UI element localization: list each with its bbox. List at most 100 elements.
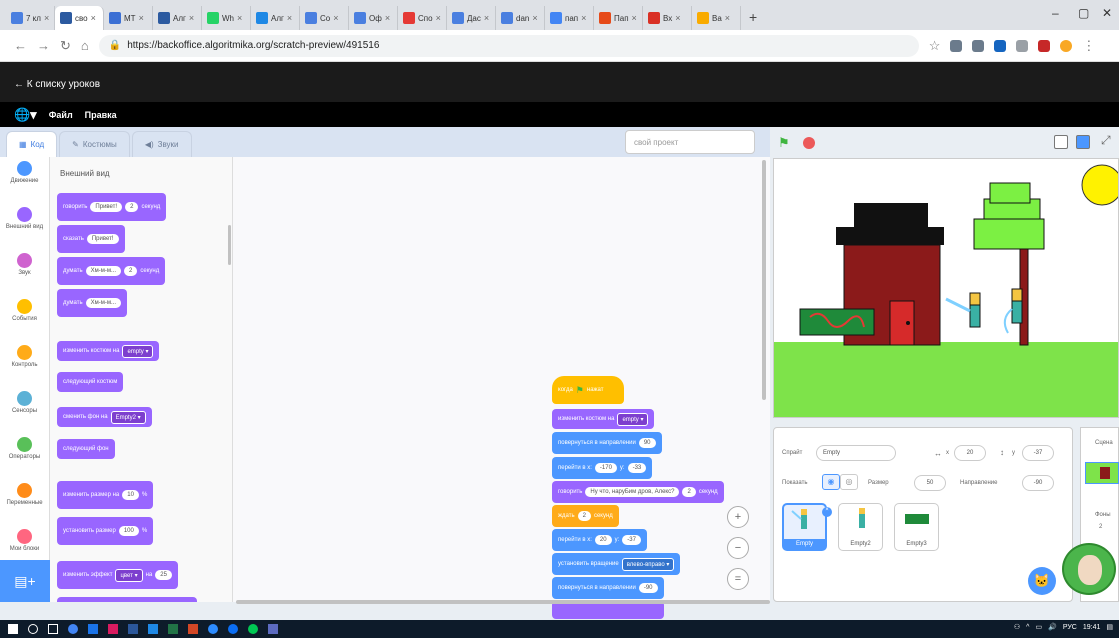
extension-icon[interactable]	[972, 39, 985, 52]
close-tab-icon[interactable]: ×	[484, 13, 489, 23]
size-input[interactable]: 50	[914, 475, 946, 491]
switch-costume-block[interactable]: изменить костюм на empty ▾	[552, 409, 655, 429]
word-icon[interactable]	[128, 624, 138, 634]
browser-menu-icon[interactable]: ⋮	[1082, 38, 1095, 54]
volume-icon[interactable]: 🔊	[1048, 623, 1057, 631]
browser-tab[interactable]: пап ×	[545, 6, 594, 30]
close-window-icon[interactable]: ✕	[1102, 6, 1112, 20]
app-icon[interactable]	[248, 624, 258, 634]
category-item[interactable]: Операторы	[0, 433, 49, 479]
tab-code[interactable]: ▦ Код	[6, 131, 58, 157]
choose-sprite-button[interactable]: 🐱	[1028, 567, 1056, 595]
chrome-icon[interactable]	[68, 624, 78, 634]
browser-tab[interactable]: dan ×	[496, 6, 545, 30]
tab-sounds[interactable]: ◀) Звуки	[131, 131, 192, 157]
workspace-vertical-scrollbar[interactable]	[762, 160, 766, 400]
category-item[interactable]: Внешний вид	[0, 203, 49, 249]
go-to-xy-block[interactable]: перейти в x: 20 y: -37	[552, 529, 647, 551]
say-for-secs-block[interactable]: говорить Ну что, наруБим дров, Алекс? 2 сек…	[552, 481, 724, 503]
app-icon[interactable]	[208, 624, 218, 634]
sprite-thumb-empty[interactable]: Empty	[782, 503, 827, 551]
switch-costume-block[interactable]: изменить костюм на empty ▾	[57, 341, 160, 361]
app-icon[interactable]	[228, 624, 238, 634]
forward-arrow-icon[interactable]: →	[37, 38, 50, 53]
extension-icon[interactable]	[994, 39, 1007, 52]
clock[interactable]: 19:41	[1083, 624, 1101, 631]
sprite-name-input[interactable]: Empty	[816, 445, 896, 461]
language-globe-icon[interactable]: 🌐▾	[14, 107, 37, 123]
point-in-direction-block[interactable]: повернуться в направлении 90	[552, 432, 662, 454]
app-icon[interactable]	[268, 624, 278, 634]
close-tab-icon[interactable]: ×	[436, 13, 441, 23]
stop-icon[interactable]	[803, 137, 815, 149]
zoom-out-button[interactable]: −	[727, 537, 749, 559]
browser-tab[interactable]: Ва ×	[692, 6, 741, 30]
category-item[interactable]: Движение	[0, 157, 49, 203]
close-tab-icon[interactable]: ×	[385, 13, 390, 23]
category-item[interactable]: Контроль	[0, 341, 49, 387]
wait-block[interactable]: ждать 2 секунд	[552, 505, 619, 527]
zoom-reset-button[interactable]: =	[727, 568, 749, 590]
menu-file[interactable]: Файл	[49, 110, 73, 120]
extension-icon[interactable]	[1038, 39, 1051, 52]
y-input[interactable]: -37	[1022, 445, 1054, 461]
reload-icon[interactable]: ↻	[60, 38, 71, 54]
category-item[interactable]: Переменные	[0, 479, 49, 525]
when-flag-clicked-block[interactable]: когда ⚑ нажат	[552, 376, 624, 404]
url-field[interactable]: 🔒 https://backoffice.algoritmika.org/scr…	[98, 34, 919, 57]
app-icon[interactable]	[108, 624, 118, 634]
network-icon[interactable]: ▭	[1035, 623, 1042, 631]
mascot-avatar[interactable]	[1062, 543, 1116, 595]
close-tab-icon[interactable]: ×	[189, 13, 194, 23]
close-tab-icon[interactable]: ×	[675, 13, 680, 23]
small-stage-icon[interactable]	[1054, 135, 1068, 149]
browser-tab[interactable]: Дас ×	[447, 6, 496, 30]
app-icon[interactable]	[88, 624, 98, 634]
category-item[interactable]: События	[0, 295, 49, 341]
show-eye-icon[interactable]: ◉	[822, 474, 840, 490]
x-input[interactable]: 20	[954, 445, 986, 461]
extension-icon[interactable]	[950, 39, 963, 52]
search-icon[interactable]	[28, 624, 38, 634]
go-to-xy-block[interactable]: перейти в x: -170 y: -33	[552, 457, 653, 479]
think-block[interactable]: думать Хм-м-м...	[57, 289, 128, 317]
close-tab-icon[interactable]: ×	[333, 13, 338, 23]
stage-canvas[interactable]	[773, 158, 1119, 418]
app-icon[interactable]	[148, 624, 158, 634]
normal-stage-icon[interactable]	[1076, 135, 1090, 149]
backdrop-thumb[interactable]	[1085, 462, 1119, 484]
close-tab-icon[interactable]: ×	[44, 13, 49, 23]
direction-input[interactable]: -90	[1022, 475, 1054, 491]
set-size-block[interactable]: установить размер 100%	[57, 517, 154, 545]
close-tab-icon[interactable]: ×	[237, 13, 242, 23]
extension-icon[interactable]	[1016, 39, 1029, 52]
close-tab-icon[interactable]: ×	[725, 13, 730, 23]
point-in-direction-block[interactable]: повернуться в направлении -90	[552, 577, 664, 599]
think-for-secs-block[interactable]: думать Хм-м-м... 2 секунд	[57, 257, 166, 285]
close-tab-icon[interactable]: ×	[139, 13, 144, 23]
sprite-thumb-empty3[interactable]: Empty3	[894, 503, 939, 551]
people-icon[interactable]: ⚇	[1014, 623, 1020, 631]
browser-tab[interactable]: Вх ×	[643, 6, 692, 30]
browser-tab[interactable]: MT ×	[104, 6, 153, 30]
browser-tab[interactable]: Спо ×	[398, 6, 447, 30]
browser-tab[interactable]: Алг ×	[251, 6, 300, 30]
home-icon[interactable]: ⌂	[81, 38, 89, 53]
workspace-horizontal-scrollbar[interactable]	[236, 600, 770, 604]
hide-eye-icon[interactable]: ◎	[840, 474, 858, 490]
change-size-block[interactable]: изменить размер на 10%	[57, 481, 154, 509]
start-icon[interactable]	[8, 624, 18, 634]
excel-icon[interactable]	[168, 624, 178, 634]
say-block[interactable]: сказать Привет!	[57, 225, 125, 253]
close-tab-icon[interactable]: ×	[91, 13, 96, 23]
chevron-up-icon[interactable]: ^	[1026, 624, 1029, 631]
green-flag-icon[interactable]: ⚑	[778, 135, 790, 151]
back-arrow-icon[interactable]: ←	[14, 38, 27, 53]
set-effect-block[interactable]	[57, 597, 197, 602]
back-to-lessons-link[interactable]: ← К списку уроков	[0, 62, 1119, 102]
close-tab-icon[interactable]: ×	[581, 13, 586, 23]
maximize-icon[interactable]: ▢	[1078, 6, 1089, 20]
minimize-icon[interactable]: –	[1052, 6, 1059, 20]
browser-tab[interactable]: 7 кл ×	[6, 6, 55, 30]
browser-tab[interactable]: Пап ×	[594, 6, 643, 30]
